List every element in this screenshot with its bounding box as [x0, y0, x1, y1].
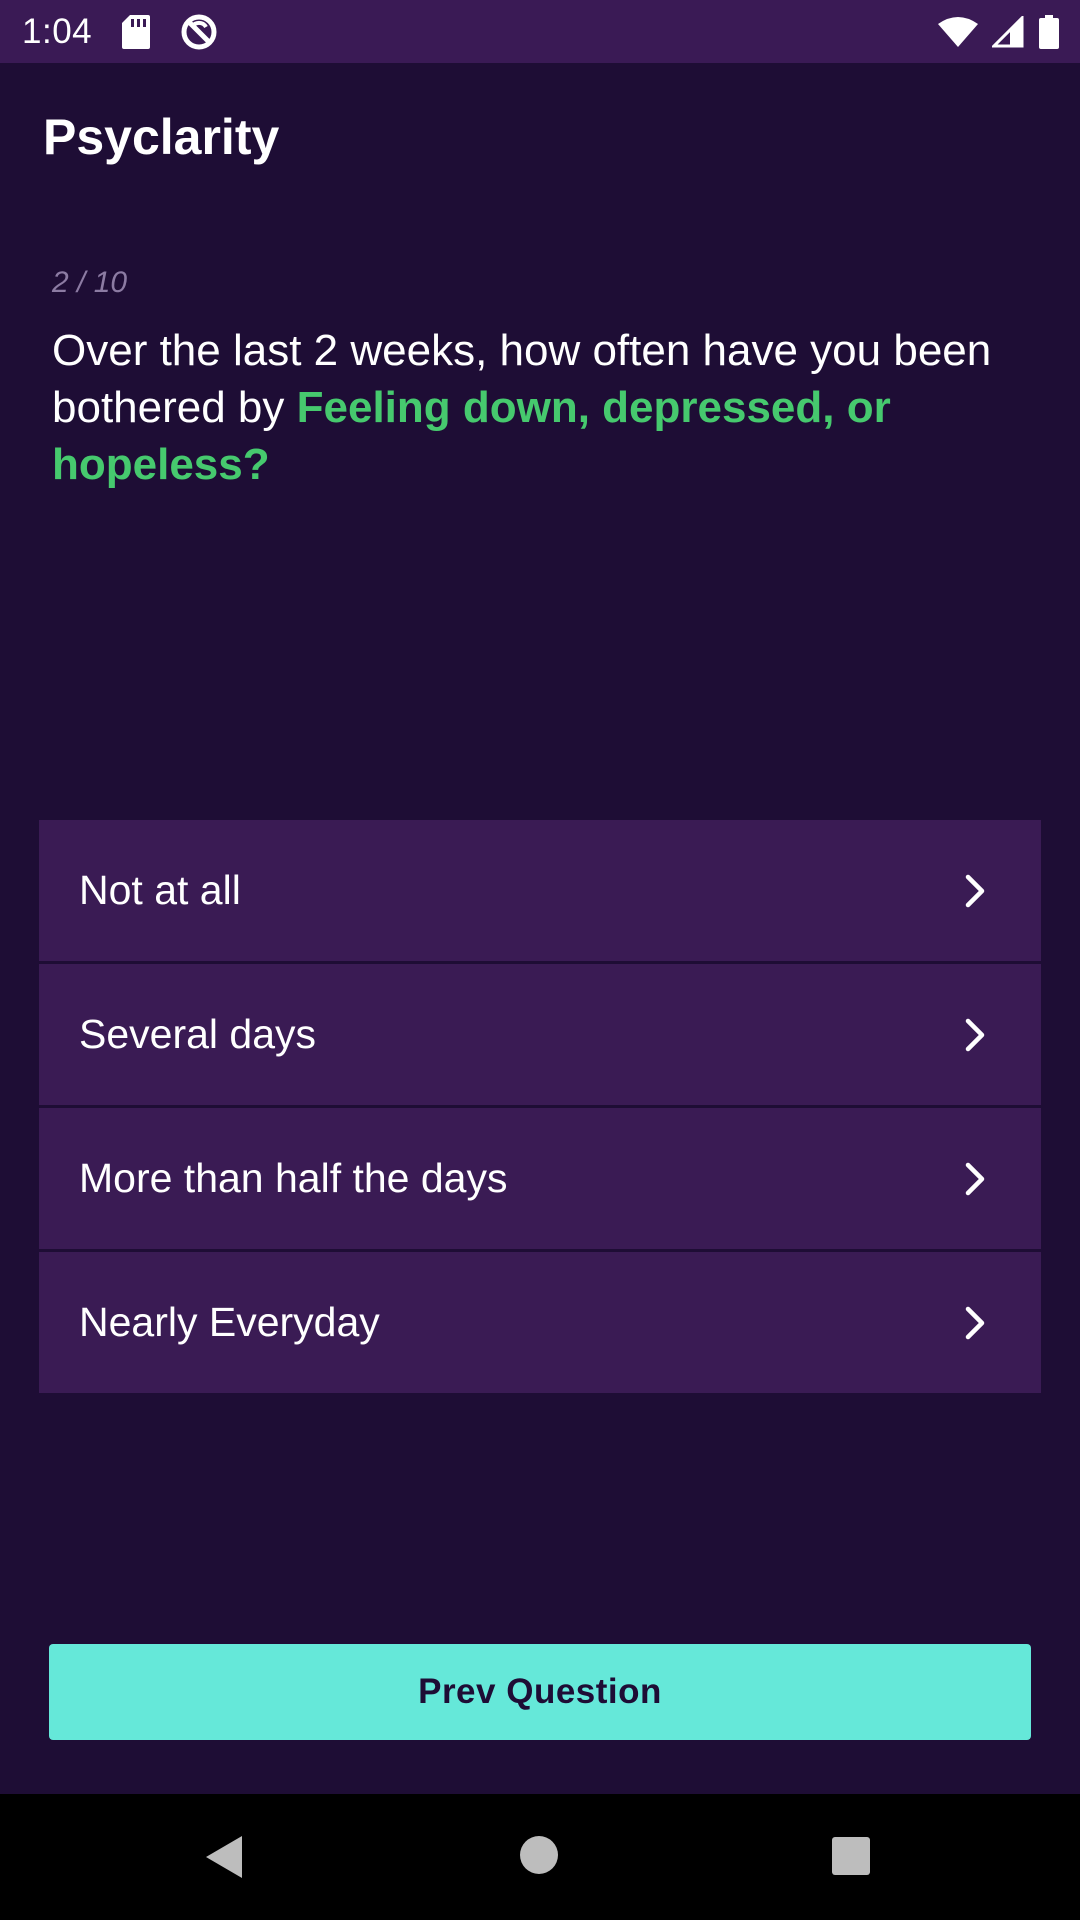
question-counter: 2 / 10 — [52, 266, 128, 299]
option-label: More than half the days — [79, 1155, 508, 1201]
chevron-right-icon — [961, 1015, 991, 1055]
signal-icon — [992, 15, 1024, 48]
no-disturb-icon — [180, 13, 218, 51]
option-nearly-everyday[interactable]: Nearly Everyday — [39, 1252, 1041, 1393]
option-more-than-half[interactable]: More than half the days — [39, 1108, 1041, 1249]
chevron-right-icon — [961, 871, 991, 911]
option-label: Nearly Everyday — [79, 1299, 380, 1345]
chevron-right-icon — [961, 1159, 991, 1199]
question-text: Over the last 2 weeks, how often have yo… — [52, 322, 1042, 493]
battery-icon — [1038, 14, 1060, 49]
option-several-days[interactable]: Several days — [39, 964, 1041, 1105]
status-right — [938, 14, 1060, 49]
wifi-icon — [938, 16, 978, 48]
prev-question-button[interactable]: Prev Question — [49, 1644, 1031, 1740]
sd-card-icon — [122, 14, 151, 49]
nav-bar — [0, 1794, 1080, 1920]
back-icon[interactable] — [204, 1834, 244, 1880]
option-label: Several days — [79, 1011, 317, 1057]
status-left: 1:04 — [22, 12, 218, 52]
option-not-at-all[interactable]: Not at all — [39, 820, 1041, 961]
app-title: Psyclarity — [43, 109, 280, 165]
recents-icon[interactable] — [831, 1836, 871, 1876]
answer-options: Not at all Several days More than half t… — [39, 820, 1041, 1396]
status-bar: 1:04 — [0, 0, 1080, 63]
home-icon[interactable] — [519, 1835, 559, 1875]
status-time: 1:04 — [22, 11, 93, 51]
chevron-right-icon — [961, 1303, 991, 1343]
option-label: Not at all — [79, 867, 241, 913]
screen: 1:04 Psyclarity 2 / 10 Over the last 2 w… — [0, 0, 1080, 1920]
